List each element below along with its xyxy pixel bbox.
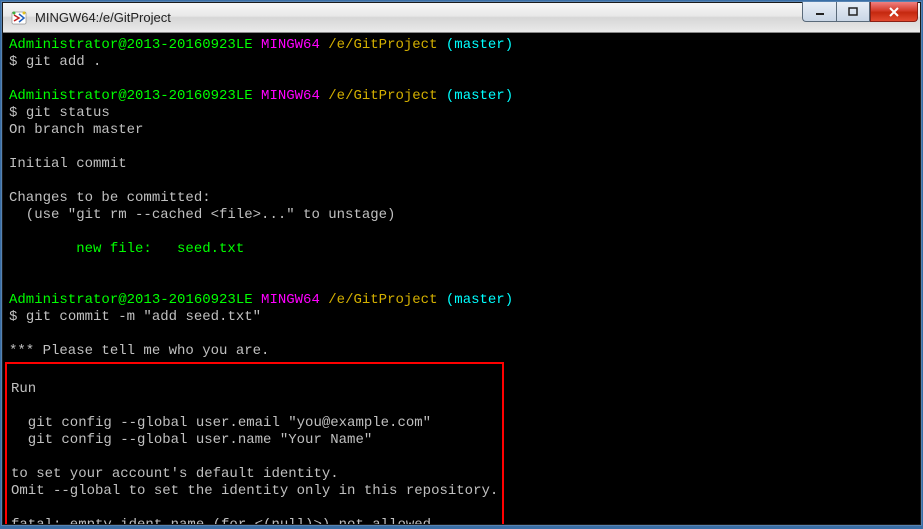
prompt-shell: MINGW64 [261,37,320,53]
prompt-user-host: Administrator@2013-20160923LE [9,37,253,53]
output-line: Run [11,381,36,397]
prompt-branch: (master) [446,88,513,104]
output-line: git config --global user.name "Your Name… [11,432,372,448]
output-line: git config --global user.email "you@exam… [11,415,431,431]
prompt-user-host: Administrator@2013-20160923LE [9,88,253,104]
output-line: Initial commit [9,156,127,172]
titlebar[interactable]: MINGW64:/e/GitProject [3,3,920,33]
output-line: to set your account's default identity. [11,466,339,482]
prompt-path: /e/GitProject [328,37,437,53]
command-text: git add . [26,54,102,70]
prompt-branch: (master) [446,37,513,53]
prompt-path: /e/GitProject [328,88,437,104]
minimize-button[interactable] [802,2,836,22]
output-line: Changes to be committed: [9,190,211,206]
prompt-dollar: $ [9,54,17,70]
window-controls [802,3,918,32]
maximize-button[interactable] [836,2,870,22]
highlight-box: Run git config --global user.email "you@… [5,362,504,524]
prompt-dollar: $ [9,105,17,121]
prompt-path: /e/GitProject [328,292,437,308]
prompt-shell: MINGW64 [261,88,320,104]
prompt-branch: (master) [446,292,513,308]
output-line: *** Please tell me who you are. [9,343,269,359]
close-button[interactable] [870,2,918,22]
prompt-user-host: Administrator@2013-20160923LE [9,292,253,308]
terminal-icon [11,10,27,26]
output-line: (use "git rm --cached <file>..." to unst… [9,207,395,223]
terminal-content[interactable]: Administrator@2013-20160923LE MINGW64 /e… [3,33,920,524]
output-fatal: fatal: empty ident name (for <(null)>) n… [11,517,431,524]
prompt-shell: MINGW64 [261,292,320,308]
prompt-dollar: $ [9,309,17,325]
output-line: On branch master [9,122,143,138]
output-new-file: new file: seed.txt [9,241,244,257]
output-line: Omit --global to set the identity only i… [11,483,498,499]
window-title: MINGW64:/e/GitProject [33,10,802,25]
terminal-window: MINGW64:/e/GitProject Administrator@2013… [2,2,921,525]
command-text: git commit -m "add seed.txt" [26,309,261,325]
command-text: git status [26,105,110,121]
